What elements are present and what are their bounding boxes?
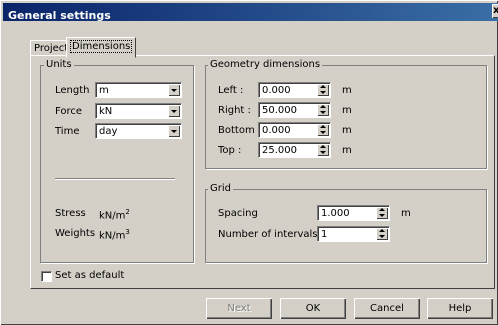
spin-arrows-icon[interactable]	[317, 144, 329, 156]
spin-arrows-icon[interactable]	[376, 207, 388, 219]
geometry-group-title: Geometry dimensions	[208, 59, 323, 71]
cancel-button[interactable]: Cancel	[354, 298, 420, 319]
units-group-title: Units	[44, 59, 74, 71]
dropdown-arrow-icon[interactable]	[168, 84, 180, 96]
right-label: Right :	[218, 105, 251, 116]
spacing-unit: m	[401, 208, 411, 219]
intervals-value: 1	[321, 229, 328, 240]
weights-unit-exponent: 3	[125, 228, 130, 236]
ok-button[interactable]: OK	[280, 298, 346, 319]
time-label: Time	[55, 126, 80, 137]
next-button[interactable]: Next	[206, 298, 272, 319]
length-label: Length	[55, 85, 90, 96]
spacing-spinbox[interactable]: 1.000	[317, 205, 390, 221]
intervals-spinbox[interactable]: 1	[317, 226, 390, 242]
spin-arrows-icon[interactable]	[317, 104, 329, 116]
left-value: 0.000	[262, 85, 291, 96]
time-select[interactable]: day	[95, 123, 182, 139]
stress-unit: kN/m2	[99, 205, 130, 223]
bottom-unit: m	[342, 125, 352, 136]
right-unit: m	[342, 105, 352, 116]
weights-label: Weights	[55, 228, 96, 239]
right-value: 50.000	[262, 105, 297, 116]
length-value: m	[99, 85, 109, 96]
spacing-label: Spacing	[218, 208, 258, 219]
top-value: 25.000	[262, 145, 297, 156]
left-spinbox[interactable]: 0.000	[258, 82, 331, 98]
tab-dimensions[interactable]: Dimensions	[66, 37, 137, 58]
intervals-label: Number of intervals	[218, 229, 318, 240]
close-icon[interactable]: x	[492, 4, 498, 18]
bottom-spinbox[interactable]: 0.000	[258, 122, 331, 138]
spin-arrows-icon[interactable]	[376, 228, 388, 240]
stress-unit-exponent: 2	[125, 208, 130, 216]
top-label: Top :	[218, 145, 242, 156]
spacing-value: 1.000	[321, 208, 350, 219]
length-select[interactable]: m	[95, 82, 182, 98]
units-separator	[55, 178, 175, 180]
force-select[interactable]: kN	[95, 103, 182, 119]
set-default-label: Set as default	[55, 270, 125, 281]
set-default-checkbox[interactable]	[41, 271, 52, 282]
dropdown-arrow-icon[interactable]	[168, 105, 180, 117]
tab-project-label: Project	[34, 43, 69, 54]
bottom-label: Bottom :	[218, 125, 262, 136]
window-title: General settings	[8, 9, 111, 22]
spin-arrows-icon[interactable]	[317, 84, 329, 96]
stress-unit-text: kN/m	[99, 210, 126, 222]
grid-group-title: Grid	[208, 183, 233, 195]
right-spinbox[interactable]: 50.000	[258, 102, 331, 118]
left-label: Left :	[218, 85, 244, 96]
top-unit: m	[342, 145, 352, 156]
dropdown-arrow-icon[interactable]	[168, 125, 180, 137]
time-value: day	[99, 126, 118, 137]
weights-unit-text: kN/m	[99, 230, 126, 242]
left-unit: m	[342, 85, 352, 96]
top-spinbox[interactable]: 25.000	[258, 142, 331, 158]
weights-unit: kN/m3	[99, 225, 130, 243]
stress-label: Stress	[55, 208, 86, 219]
force-value: kN	[99, 106, 113, 117]
tab-dimensions-label: Dimensions	[70, 40, 133, 53]
bottom-value: 0.000	[262, 125, 291, 136]
spin-arrows-icon[interactable]	[317, 124, 329, 136]
help-button[interactable]: Help	[427, 298, 493, 319]
force-label: Force	[55, 106, 83, 117]
